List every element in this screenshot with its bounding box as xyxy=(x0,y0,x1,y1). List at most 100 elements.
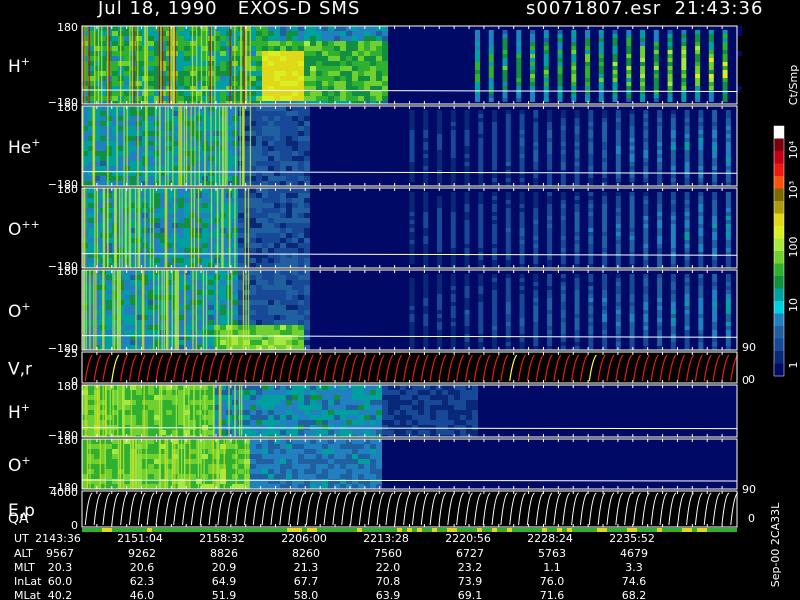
table-row-label: MLT xyxy=(14,561,35,574)
colorbar-segment xyxy=(774,126,784,139)
table-cell: 20.3 xyxy=(48,561,73,574)
panel-h-plus: 180−180H+ xyxy=(8,21,742,109)
table-cell: 23.2 xyxy=(458,561,483,574)
y-top-label: 180 xyxy=(57,265,78,278)
table-row-label: InLat xyxy=(14,575,42,588)
colorbar-segment xyxy=(774,213,784,227)
y-bottom-label: 0 xyxy=(71,519,78,532)
colorbar-segment xyxy=(774,201,784,214)
table-cell: 2228:24 xyxy=(527,532,573,545)
table-cell: 2143:36 xyxy=(35,532,81,545)
table-cell: 8260 xyxy=(292,547,320,560)
colorbar-segment xyxy=(774,288,784,302)
qa-label: QA xyxy=(8,511,29,527)
colorbar-segment xyxy=(774,188,784,202)
table-cell: 68.2 xyxy=(622,589,647,600)
colorbar-tick-label: 10³ xyxy=(787,181,800,199)
table-cell: 63.9 xyxy=(376,589,401,600)
side-label: Sep-00 2CA33L xyxy=(769,502,782,587)
table-cell: 2206:00 xyxy=(281,532,327,545)
table-cell: 60.0 xyxy=(48,575,73,588)
right-axis-label: 90 xyxy=(742,483,756,496)
table-cell: 40.2 xyxy=(48,589,73,600)
table-cell: 73.9 xyxy=(458,575,483,588)
table-cell: 9567 xyxy=(46,547,74,560)
colorbar-segment xyxy=(774,238,784,252)
table-cell: 7560 xyxy=(374,547,402,560)
colorbar-segment xyxy=(774,338,784,352)
panel-vr: 250V,r0 xyxy=(8,347,749,388)
colorbar-segment xyxy=(774,301,784,314)
colorbar-tick-label: 10 xyxy=(787,298,800,312)
table-cell: 51.9 xyxy=(212,589,237,600)
table-cell: 2213:28 xyxy=(363,532,409,545)
table-cell: 62.3 xyxy=(130,575,155,588)
species-label: He+ xyxy=(8,136,40,158)
table-cell: 64.9 xyxy=(212,575,237,588)
species-label: V,r xyxy=(8,360,32,380)
table-cell: 21.3 xyxy=(294,561,319,574)
y-top-label: 180 xyxy=(57,380,78,393)
species-label: H+ xyxy=(8,401,30,423)
table-cell: 70.8 xyxy=(376,575,401,588)
table-row-label: UT xyxy=(14,532,29,545)
colorbar-segment xyxy=(774,251,784,264)
colorbar-segment xyxy=(774,176,784,189)
table-cell: 6727 xyxy=(456,547,484,560)
table-cell: 69.1 xyxy=(458,589,483,600)
table-cell: 20.9 xyxy=(212,561,237,574)
table-cell: 5763 xyxy=(538,547,566,560)
panel-he-plus: 180−180He+ xyxy=(8,101,738,191)
right-axis-label: 90 xyxy=(742,341,756,354)
table-cell: 2220:56 xyxy=(445,532,491,545)
species-label: O+ xyxy=(8,454,31,476)
table-cell: 2158:32 xyxy=(199,532,245,545)
colorbar-segment xyxy=(774,276,784,289)
colorbar-segment xyxy=(774,351,784,364)
table-row-label: ALT xyxy=(14,547,33,560)
colorbar-segment xyxy=(774,138,784,152)
colorbar-segment xyxy=(774,263,784,277)
panel-ep: 40000E,p90 xyxy=(8,483,756,532)
table-cell: 2235:52 xyxy=(609,532,655,545)
colorbar: 10⁴ 10³ 100 10 1 Ct/Smp xyxy=(773,65,800,377)
table-cell: 9262 xyxy=(128,547,156,560)
table-cell: 74.6 xyxy=(622,575,647,588)
table-cell: 3.3 xyxy=(625,561,643,574)
table-cell: 58.0 xyxy=(294,589,319,600)
y-top-label: 180 xyxy=(57,434,78,447)
species-label: O++ xyxy=(8,218,40,240)
colorbar-tick-label: 10⁴ xyxy=(787,140,800,159)
table-row-label: MLat xyxy=(14,589,41,600)
y-top-label: 4000 xyxy=(50,486,78,499)
panel-o-plus: 180−180O+90 xyxy=(8,265,756,355)
colorbar-segment xyxy=(774,313,784,327)
colorbar-segment xyxy=(774,151,784,164)
colorbar-tick-label: 100 xyxy=(787,237,800,258)
colorbar-segment xyxy=(774,326,784,339)
colorbar-segment xyxy=(774,163,784,177)
panel-o-plus-2: 180−180O+ xyxy=(8,434,738,494)
y-top-label: 180 xyxy=(57,21,78,34)
colorbar-segment xyxy=(774,363,784,377)
species-label: O+ xyxy=(8,300,31,322)
ep-right-bottom-label: 0 xyxy=(748,512,755,525)
y-top-label: 180 xyxy=(57,101,78,114)
species-label: H+ xyxy=(8,55,30,77)
table-cell: 76.0 xyxy=(540,575,565,588)
y-top-label: 180 xyxy=(57,183,78,196)
table-cell: 1.1 xyxy=(543,561,561,574)
panel-h-plus-2: 180−180H+ xyxy=(8,380,738,442)
y-top-label: 25 xyxy=(64,347,78,360)
spectrogram-chart: 180−180H+180−180He+180−180O++180−180O+90… xyxy=(8,21,800,600)
table-cell: 20.6 xyxy=(130,561,155,574)
colorbar-unit-label: Ct/Smp xyxy=(787,65,800,105)
table-cell: 46.0 xyxy=(130,589,155,600)
colorbar-tick-label: 1 xyxy=(787,362,800,369)
table-cell: 4679 xyxy=(620,547,648,560)
table-cell: 67.7 xyxy=(294,575,319,588)
colorbar-segment xyxy=(774,226,784,239)
table-cell: 71.6 xyxy=(540,589,565,600)
orbit-table: UT ALTMLTInLatMLat 2143:36 956720.360.040.2… xyxy=(14,532,655,600)
table-cell: 2151:04 xyxy=(117,532,163,545)
